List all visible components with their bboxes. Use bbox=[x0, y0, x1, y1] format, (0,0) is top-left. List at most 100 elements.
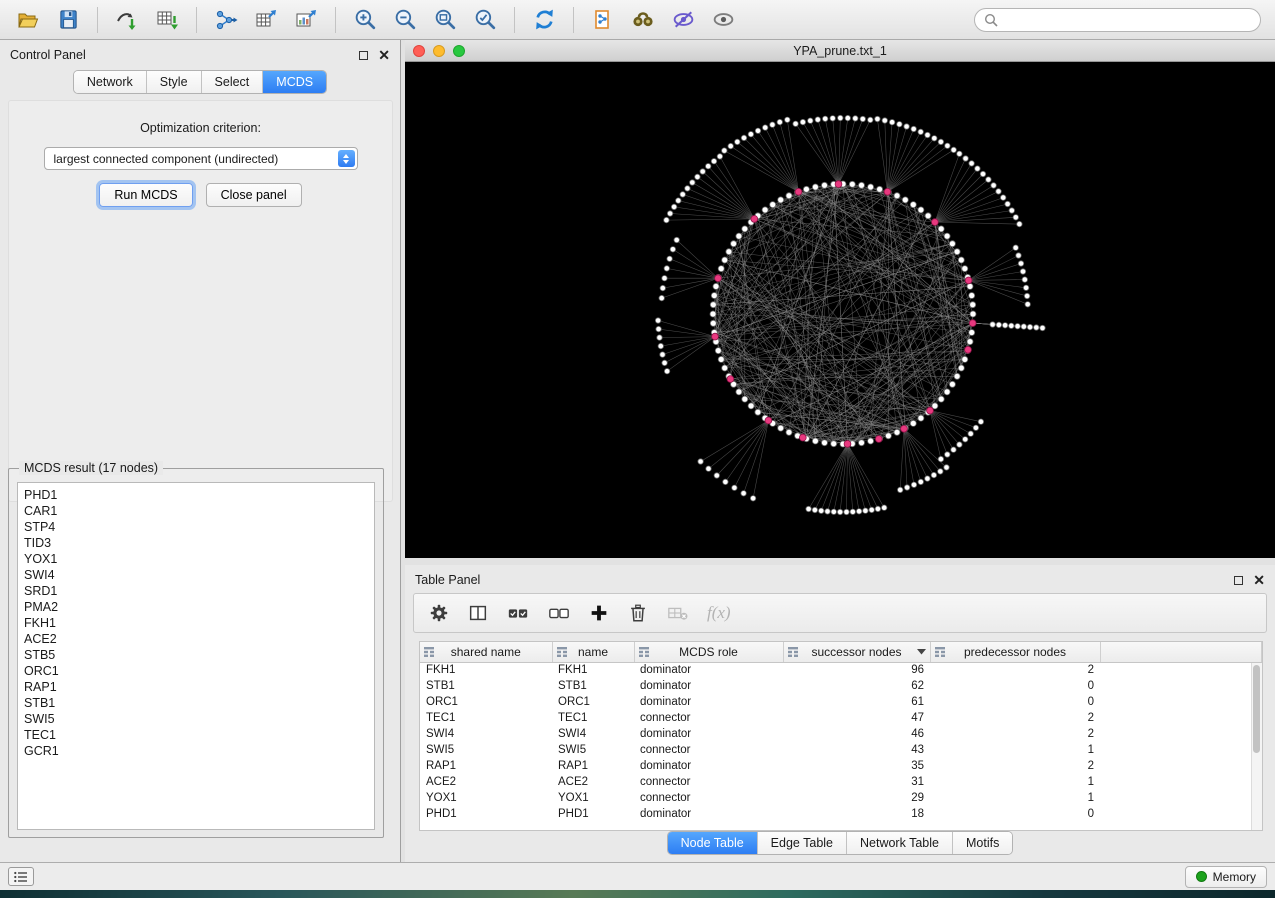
table-row[interactable]: YOX1YOX1connector291 bbox=[420, 790, 1262, 806]
add-row-button[interactable] bbox=[588, 601, 610, 625]
tab-select[interactable]: Select bbox=[202, 71, 264, 93]
mcds-result-node[interactable]: PHD1 bbox=[24, 487, 374, 503]
table-row[interactable]: ORC1ORC1dominator610 bbox=[420, 694, 1262, 710]
import-table-button[interactable] bbox=[149, 5, 185, 35]
close-panel-icon[interactable]: ✕ bbox=[378, 50, 390, 60]
refresh-button[interactable] bbox=[526, 5, 562, 35]
mcds-result-node[interactable]: TID3 bbox=[24, 535, 374, 551]
open-folder-icon bbox=[16, 8, 40, 32]
list-icon bbox=[14, 871, 28, 883]
clear-button[interactable] bbox=[666, 601, 690, 625]
import-network-button[interactable] bbox=[109, 5, 145, 35]
split-panel-button[interactable] bbox=[467, 601, 489, 625]
hide-selected-button[interactable] bbox=[665, 5, 701, 35]
optimization-criterion-label: Optimization criterion: bbox=[9, 121, 392, 135]
zoom-selected-button[interactable] bbox=[467, 5, 503, 35]
mcds-result-node[interactable]: ORC1 bbox=[24, 663, 374, 679]
float-panel-icon[interactable] bbox=[359, 51, 368, 60]
function-builder-button[interactable]: f(x) bbox=[707, 601, 731, 625]
table-cell: FKH1 bbox=[420, 662, 552, 678]
mcds-result-node[interactable]: CAR1 bbox=[24, 503, 374, 519]
tab-node-table[interactable]: Node Table bbox=[668, 832, 758, 854]
control-panel-tabs: Network Style Select MCDS bbox=[0, 70, 400, 94]
export-network-button[interactable] bbox=[208, 5, 244, 35]
table-cell: SWI4 bbox=[552, 726, 634, 742]
trash-icon bbox=[627, 602, 649, 624]
share-document-button[interactable] bbox=[585, 5, 621, 35]
table-cell: FKH1 bbox=[552, 662, 634, 678]
delete-row-button[interactable] bbox=[627, 601, 649, 625]
table-panel: Table Panel ✕ bbox=[405, 565, 1275, 862]
mcds-result-node[interactable]: SRD1 bbox=[24, 583, 374, 599]
table-row[interactable]: FKH1FKH1dominator962 bbox=[420, 662, 1262, 678]
mcds-result-node[interactable]: STB5 bbox=[24, 647, 374, 663]
table-row[interactable]: ACE2ACE2connector311 bbox=[420, 774, 1262, 790]
tab-style[interactable]: Style bbox=[147, 71, 202, 93]
memory-button[interactable]: Memory bbox=[1185, 866, 1267, 888]
export-image-button[interactable] bbox=[288, 5, 324, 35]
network-graph[interactable] bbox=[405, 62, 1275, 558]
zoom-in-button[interactable] bbox=[347, 5, 383, 35]
table-row[interactable]: STB1STB1dominator620 bbox=[420, 678, 1262, 694]
mcds-result-node[interactable]: RAP1 bbox=[24, 679, 374, 695]
mcds-result-node[interactable]: YOX1 bbox=[24, 551, 374, 567]
attribute-icon bbox=[788, 647, 798, 657]
column-header-mcds-role[interactable]: MCDS role bbox=[634, 642, 783, 662]
mcds-result-node[interactable]: SWI4 bbox=[24, 567, 374, 583]
tab-network[interactable]: Network bbox=[74, 71, 147, 93]
network-window-titlebar[interactable]: YPA_prune.txt_1 bbox=[405, 40, 1275, 62]
open-button[interactable] bbox=[10, 5, 46, 35]
table-cell: 0 bbox=[930, 806, 1100, 822]
mcds-result-list[interactable]: PHD1CAR1STP4TID3YOX1SWI4SRD1PMA2FKH1ACE2… bbox=[17, 482, 375, 830]
tab-edge-table[interactable]: Edge Table bbox=[758, 832, 847, 854]
tab-mcds[interactable]: MCDS bbox=[263, 71, 326, 93]
run-mcds-button[interactable]: Run MCDS bbox=[99, 183, 192, 207]
column-header-predecessor-nodes[interactable]: predecessor nodes bbox=[930, 642, 1100, 662]
column-header-shared-name[interactable]: shared name bbox=[420, 642, 552, 662]
table-row[interactable]: RAP1RAP1dominator352 bbox=[420, 758, 1262, 774]
deselect-all-button[interactable] bbox=[547, 601, 571, 625]
table-row[interactable]: SWI4SWI4dominator462 bbox=[420, 726, 1262, 742]
mcds-result-node[interactable]: ACE2 bbox=[24, 631, 374, 647]
show-all-button[interactable] bbox=[705, 5, 741, 35]
search-input[interactable] bbox=[1004, 12, 1251, 28]
criterion-select[interactable]: largest connected component (undirected) bbox=[44, 147, 358, 170]
scrollbar-thumb[interactable] bbox=[1253, 665, 1260, 753]
table-row[interactable]: SWI5SWI5connector431 bbox=[420, 742, 1262, 758]
fx-icon: f(x) bbox=[707, 603, 731, 623]
mcds-result-node[interactable]: STP4 bbox=[24, 519, 374, 535]
column-header-name[interactable]: name bbox=[552, 642, 634, 662]
export-network-icon bbox=[214, 8, 238, 32]
mcds-result-node[interactable]: STB1 bbox=[24, 695, 374, 711]
save-button[interactable] bbox=[50, 5, 86, 35]
tab-network-table[interactable]: Network Table bbox=[847, 832, 953, 854]
table-scrollbar[interactable] bbox=[1251, 663, 1262, 830]
float-table-panel-icon[interactable] bbox=[1234, 576, 1243, 585]
table-cell: 35 bbox=[783, 758, 930, 774]
mcds-result-node[interactable]: TEC1 bbox=[24, 727, 374, 743]
table-cell: 2 bbox=[930, 662, 1100, 678]
close-table-panel-icon[interactable]: ✕ bbox=[1253, 575, 1265, 585]
show-panels-button[interactable] bbox=[8, 867, 34, 886]
zoom-out-button[interactable] bbox=[387, 5, 423, 35]
search-field[interactable] bbox=[974, 8, 1261, 32]
search-network-button[interactable] bbox=[625, 5, 661, 35]
export-table-button[interactable] bbox=[248, 5, 284, 35]
close-panel-button[interactable]: Close panel bbox=[206, 183, 302, 207]
table-cell: SWI5 bbox=[552, 742, 634, 758]
zoom-fit-button[interactable] bbox=[427, 5, 463, 35]
table-cell: ACE2 bbox=[552, 774, 634, 790]
mcds-result-node[interactable]: GCR1 bbox=[24, 743, 374, 759]
table-row[interactable]: TEC1TEC1connector472 bbox=[420, 710, 1262, 726]
mcds-result-node[interactable]: PMA2 bbox=[24, 599, 374, 615]
table-settings-button[interactable] bbox=[428, 601, 450, 625]
mcds-result-node[interactable]: FKH1 bbox=[24, 615, 374, 631]
network-canvas[interactable] bbox=[405, 62, 1275, 558]
tab-motifs[interactable]: Motifs bbox=[953, 832, 1012, 854]
select-all-button[interactable] bbox=[506, 601, 530, 625]
column-header-filler bbox=[1100, 642, 1262, 662]
mcds-result-node[interactable]: SWI5 bbox=[24, 711, 374, 727]
table-row[interactable]: PHD1PHD1dominator180 bbox=[420, 806, 1262, 822]
gear-icon bbox=[428, 602, 450, 624]
column-header-successor-nodes[interactable]: successor nodes bbox=[783, 642, 930, 662]
